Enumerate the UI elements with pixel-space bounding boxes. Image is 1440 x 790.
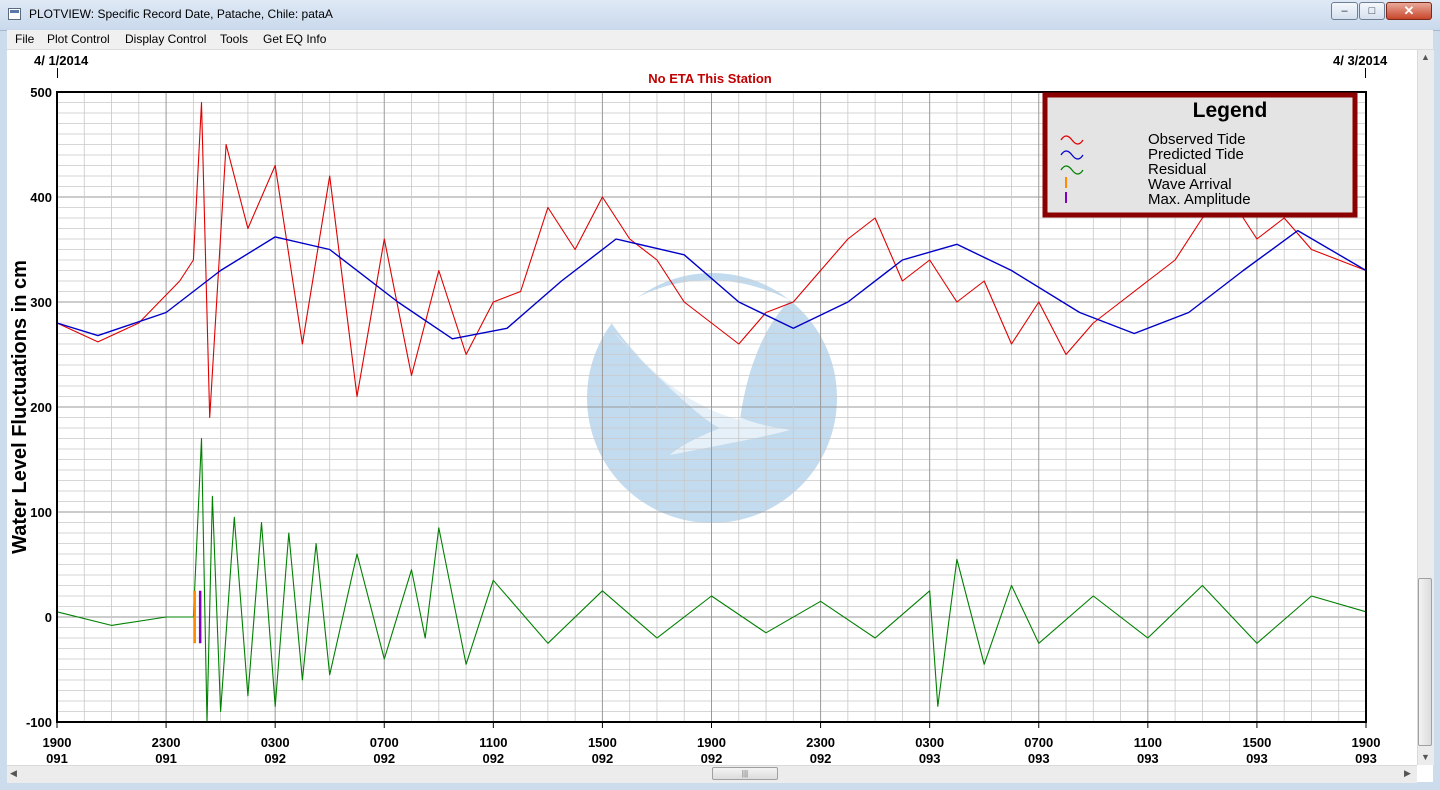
x-tick-day-label: 091 bbox=[46, 751, 68, 766]
y-tick-label: -100 bbox=[26, 715, 52, 730]
scroll-up-arrow-icon[interactable]: ▲ bbox=[1421, 52, 1430, 62]
x-tick-day-label: 093 bbox=[1137, 751, 1159, 766]
x-tick-time-label: 0300 bbox=[915, 735, 944, 750]
scroll-down-arrow-icon[interactable]: ▼ bbox=[1421, 752, 1430, 762]
legend-wave-arrival-swatch bbox=[1065, 177, 1067, 188]
x-tick-day-label: 093 bbox=[1246, 751, 1268, 766]
x-tick-day-label: 093 bbox=[1355, 751, 1377, 766]
x-tick-day-label: 091 bbox=[155, 751, 177, 766]
y-tick-label: 300 bbox=[30, 295, 52, 310]
scroll-left-arrow-icon[interactable]: ◀ bbox=[10, 768, 17, 779]
y-tick-label: 200 bbox=[30, 400, 52, 415]
x-tick-day-label: 092 bbox=[482, 751, 504, 766]
x-tick-time-label: 1900 bbox=[697, 735, 726, 750]
x-axis-ticks: 1900091230009103000920700092110009215000… bbox=[43, 722, 1381, 766]
x-tick-day-label: 093 bbox=[1028, 751, 1050, 766]
y-tick-label: 500 bbox=[30, 85, 52, 100]
x-tick-time-label: 1900 bbox=[43, 735, 72, 750]
y-axis-label: Water Level Fluctuations in cm bbox=[9, 260, 31, 554]
x-tick-time-label: 0700 bbox=[370, 735, 399, 750]
y-tick-label: 0 bbox=[45, 610, 52, 625]
x-tick-time-label: 2300 bbox=[806, 735, 835, 750]
horizontal-scrollbar-thumb[interactable]: ||| bbox=[712, 767, 778, 780]
vertical-scrollbar-thumb[interactable] bbox=[1418, 578, 1432, 746]
x-tick-time-label: 1100 bbox=[479, 735, 507, 750]
x-tick-day-label: 093 bbox=[919, 751, 941, 766]
x-tick-day-label: 092 bbox=[592, 751, 614, 766]
scroll-right-arrow-icon[interactable]: ▶ bbox=[1404, 768, 1411, 779]
x-tick-time-label: 1500 bbox=[1242, 735, 1271, 750]
y-tick-label: 400 bbox=[30, 190, 52, 205]
x-tick-time-label: 0300 bbox=[261, 735, 290, 750]
x-tick-time-label: 2300 bbox=[152, 735, 181, 750]
legend-title: Legend bbox=[1193, 99, 1268, 122]
x-tick-time-label: 1100 bbox=[1134, 735, 1162, 750]
x-tick-time-label: 0700 bbox=[1024, 735, 1053, 750]
x-tick-day-label: 092 bbox=[810, 751, 832, 766]
legend-max-amplitude-label: Max. Amplitude bbox=[1148, 191, 1251, 208]
legend-max-amplitude-swatch bbox=[1065, 192, 1067, 203]
tide-chart[interactable]: 5004003002001000-100 1900091230009103000… bbox=[0, 0, 1440, 790]
x-tick-day-label: 092 bbox=[264, 751, 286, 766]
x-tick-time-label: 1900 bbox=[1352, 735, 1381, 750]
x-tick-day-label: 092 bbox=[701, 751, 723, 766]
y-tick-label: 100 bbox=[30, 505, 52, 520]
x-tick-day-label: 092 bbox=[373, 751, 395, 766]
x-tick-time-label: 1500 bbox=[588, 735, 617, 750]
legend-box: Legend Observed Tide Predicted Tide Resi… bbox=[1042, 92, 1358, 218]
